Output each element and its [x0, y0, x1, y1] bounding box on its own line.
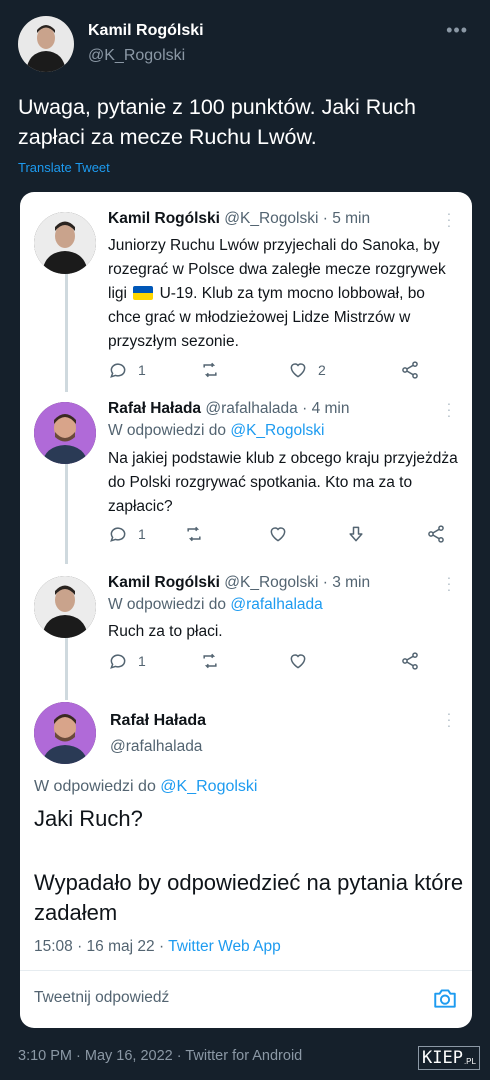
reply-to: W odpowiedzi do @K_Rogolski — [34, 778, 257, 796]
translate-tweet-link[interactable]: Translate Tweet — [18, 160, 110, 175]
kiep-watermark-logo: KIEP .PL — [418, 1046, 480, 1070]
reply-count: 1 — [138, 526, 146, 542]
avatar[interactable] — [34, 576, 96, 638]
like-button[interactable] — [288, 649, 308, 673]
author-handle[interactable]: @K_Rogolski — [88, 47, 185, 65]
avatar[interactable] — [34, 702, 96, 764]
share-icon — [428, 525, 444, 543]
reply-button[interactable]: 1 — [108, 522, 146, 546]
reply-input[interactable]: Tweetnij odpowiedź — [34, 989, 169, 1007]
avatar-image — [34, 702, 96, 764]
reply-icon — [110, 654, 126, 669]
avatar-image — [18, 16, 74, 72]
watermark-text: KIEP — [422, 1048, 463, 1068]
tweet-text: Uwaga, pytanie z 100 punktów. Jaki Ruch … — [18, 95, 416, 149]
more-options-icon[interactable]: · · · — [446, 570, 452, 596]
reply-button[interactable]: 1 — [108, 358, 146, 382]
camera-icon[interactable] — [432, 985, 458, 1011]
avatar-image — [34, 402, 96, 464]
tweet-actions: 1 — [108, 649, 448, 673]
share-icon — [402, 361, 418, 379]
tweet-meta: 15:08 · 16 maj 22 · Twitter Web App — [34, 938, 281, 956]
ukraine-flag-icon — [133, 286, 154, 300]
retweet-button[interactable] — [200, 358, 220, 382]
tweet-body-text: U-19. Klub za tym mocno lobbował, bo chc… — [108, 285, 425, 350]
thread-tweet[interactable]: Rafał Hałada @rafalhalada · 4 min · · · W … — [20, 396, 472, 566]
tweet-actions: 1 — [108, 522, 448, 546]
reply-icon — [110, 363, 126, 378]
reply-icon — [110, 527, 126, 542]
reply-to-link[interactable]: @K_Rogolski — [160, 778, 257, 795]
author-name[interactable]: Rafał Hałada — [108, 400, 201, 417]
retweet-icon — [203, 362, 217, 378]
reply-to: W odpowiedzi do @K_Rogolski — [108, 422, 325, 440]
tweet-header: Kamil Rogólski @K_Rogolski · 5 min — [108, 210, 370, 228]
author-name[interactable]: Kamil Rogólski — [88, 22, 204, 40]
reply-composer[interactable]: Tweetnij odpowiedź — [20, 970, 472, 1028]
avatar-image — [34, 576, 96, 638]
tweet-header: Kamil Rogólski @K_Rogolski ••• — [18, 16, 478, 74]
author-name[interactable]: Kamil Rogólski — [108, 574, 220, 591]
author-handle-time: @K_Rogolski · 5 min — [224, 210, 371, 227]
author-handle[interactable]: @rafalhalada — [110, 738, 202, 756]
thread-tweet[interactable]: Kamil Rogólski @K_Rogolski · 3 min · · · W… — [20, 570, 472, 690]
tweet-actions: 1 2 — [108, 358, 448, 382]
author-name[interactable]: Kamil Rogólski — [108, 210, 220, 227]
author-name[interactable]: Rafał Hałada — [110, 712, 206, 730]
tweet-body: Na jakiej podstawie klub z obcego kraju … — [108, 450, 458, 515]
more-options-icon[interactable]: · · · — [446, 396, 452, 422]
like-button[interactable]: 2 — [288, 358, 326, 382]
tweet-timestamp[interactable]: 15:08 · 16 maj 22 · — [34, 938, 164, 955]
heart-icon — [290, 654, 306, 669]
share-button[interactable] — [426, 522, 446, 546]
like-button[interactable] — [268, 522, 288, 546]
avatar-image — [34, 212, 96, 274]
reply-to-link[interactable]: @K_Rogolski — [230, 422, 324, 439]
thread-tweet[interactable]: Kamil Rogólski @K_Rogolski · 5 min · · · J… — [20, 206, 472, 396]
avatar[interactable] — [34, 212, 96, 274]
more-options-icon[interactable]: · · · — [446, 206, 452, 232]
share-button[interactable] — [400, 358, 420, 382]
tweet-text: Jaki Ruch? — [34, 806, 143, 831]
reply-to: W odpowiedzi do @rafalhalada — [108, 596, 323, 614]
arrow-down-icon — [349, 526, 363, 542]
tweet-header: Rafał Hałada @rafalhalada · 4 min — [108, 400, 349, 418]
retweet-button[interactable] — [184, 522, 204, 546]
reply-count: 1 — [138, 362, 146, 378]
reply-to-label: W odpowiedzi do — [34, 778, 156, 795]
share-button[interactable] — [400, 649, 420, 673]
retweet-button[interactable] — [200, 649, 220, 673]
author-handle-time: @K_Rogolski · 3 min — [224, 574, 371, 591]
retweet-icon — [187, 526, 201, 542]
reply-count: 1 — [138, 653, 146, 669]
download-button[interactable] — [346, 522, 366, 546]
tweet-footer-meta: 3:10 PM · May 16, 2022 · Twitter for And… — [18, 1048, 303, 1064]
like-count: 2 — [318, 362, 326, 378]
avatar[interactable] — [18, 16, 74, 72]
reply-to-link[interactable]: @rafalhalada — [230, 596, 322, 613]
embedded-thread-card: Kamil Rogólski @K_Rogolski · 5 min · · · J… — [20, 192, 472, 1028]
retweet-icon — [203, 653, 217, 669]
tweet-source-app[interactable]: Twitter Web App — [168, 938, 281, 955]
reply-to-label: W odpowiedzi do — [108, 596, 227, 613]
author-handle-time: @rafalhalada · 4 min — [205, 400, 350, 417]
heart-icon — [290, 363, 306, 378]
tweet-text: Wypadało by odpowiedzieć na pytania któr… — [34, 870, 464, 925]
reply-to-label: W odpowiedzi do — [108, 422, 227, 439]
tweet-body: Juniorzy Ruchu Lwów przyjechali do Sanok… — [108, 234, 458, 354]
heart-icon — [270, 527, 286, 542]
watermark-suffix: .PL — [463, 1057, 476, 1066]
tweet-header: Kamil Rogólski @K_Rogolski · 3 min — [108, 574, 370, 592]
share-icon — [402, 652, 418, 670]
tweet-body: Ruch za to płaci. — [108, 623, 223, 640]
more-options-icon[interactable]: ••• — [446, 20, 468, 41]
avatar[interactable] — [34, 402, 96, 464]
reply-button[interactable]: 1 — [108, 649, 146, 673]
more-options-icon[interactable]: · · · — [446, 706, 452, 732]
